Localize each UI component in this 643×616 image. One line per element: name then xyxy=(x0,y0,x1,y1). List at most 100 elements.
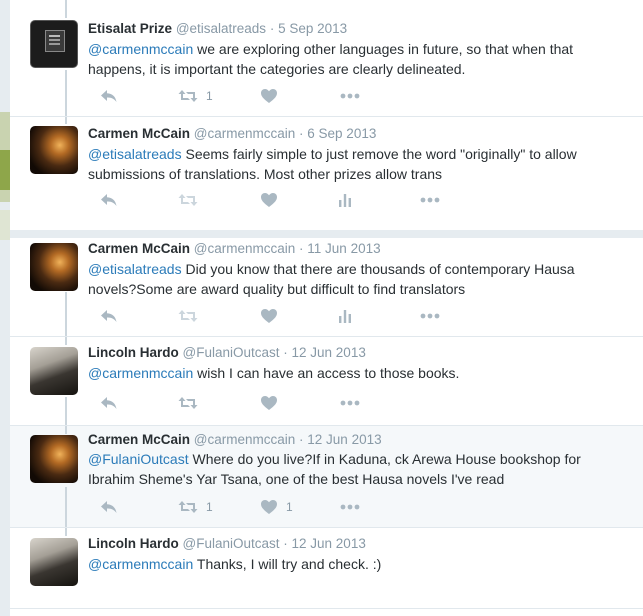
more-button[interactable] xyxy=(420,190,440,210)
author-name[interactable]: Etisalat Prize xyxy=(88,21,172,36)
analytics-button[interactable] xyxy=(338,190,352,210)
author-name[interactable]: Carmen McCain xyxy=(88,126,190,141)
like-button[interactable] xyxy=(260,86,286,106)
more-icon xyxy=(420,197,440,203)
background-strip xyxy=(0,0,10,616)
retweet-icon xyxy=(178,194,198,206)
mention-link[interactable]: @carmenmccain xyxy=(88,556,193,572)
thread-line xyxy=(65,528,67,536)
tweet-divider xyxy=(10,608,643,609)
separator: · xyxy=(279,345,292,360)
more-icon xyxy=(340,400,360,406)
like-button[interactable] xyxy=(260,190,278,210)
retweet-button[interactable] xyxy=(178,306,198,326)
author-name[interactable]: Lincoln Hardo xyxy=(88,536,179,551)
analytics-icon xyxy=(339,194,351,207)
separator: · xyxy=(266,21,279,36)
retweet-button[interactable] xyxy=(178,190,198,210)
tweet-text: @carmenmccain wish I can have an access … xyxy=(88,364,618,384)
thread-line xyxy=(65,426,67,434)
tweet-header: Carmen McCain @carmenmccain · 6 Sep 2013 xyxy=(88,126,376,141)
reply-button[interactable] xyxy=(100,393,118,413)
like-button[interactable] xyxy=(260,306,278,326)
more-button[interactable] xyxy=(340,86,360,106)
tweet-date[interactable]: 6 Sep 2013 xyxy=(307,126,376,141)
tweet-text: @carmenmccain we are exploring other lan… xyxy=(88,40,618,79)
retweet-count: 1 xyxy=(206,89,213,103)
tweet-header: Lincoln Hardo @FulaniOutcast · 12 Jun 20… xyxy=(88,536,366,551)
mention-link[interactable]: @FulaniOutcast xyxy=(88,451,189,467)
retweet-icon xyxy=(178,501,198,513)
thread-line xyxy=(65,70,67,116)
tweet-date[interactable]: 11 Jun 2013 xyxy=(307,241,380,256)
tweet-header: Carmen McCain @carmenmccain · 12 Jun 201… xyxy=(88,432,382,447)
author-handle[interactable]: @FulaniOutcast xyxy=(183,345,280,360)
author-handle[interactable]: @carmenmccain xyxy=(194,432,295,447)
avatar[interactable] xyxy=(30,20,78,68)
like-count: 1 xyxy=(286,500,293,514)
retweet-button[interactable]: 1 xyxy=(178,86,213,106)
book-logo xyxy=(45,30,65,52)
heart-icon xyxy=(261,193,277,207)
thread-line xyxy=(65,397,67,425)
retweet-button[interactable]: 1 xyxy=(178,497,213,517)
mention-link[interactable]: @carmenmccain xyxy=(88,41,193,57)
analytics-button[interactable] xyxy=(338,306,352,326)
author-name[interactable]: Lincoln Hardo xyxy=(88,345,179,360)
author-name[interactable]: Carmen McCain xyxy=(88,432,190,447)
more-button[interactable] xyxy=(340,497,360,517)
author-name[interactable]: Carmen McCain xyxy=(88,241,190,256)
retweet-button[interactable] xyxy=(178,393,198,413)
more-icon xyxy=(420,313,440,319)
tweet-date[interactable]: 12 Jun 2013 xyxy=(307,432,381,447)
tweet-date[interactable]: 12 Jun 2013 xyxy=(292,536,366,551)
tweet-text: @FulaniOutcast Where do you live?If in K… xyxy=(88,450,618,489)
reply-button[interactable] xyxy=(100,497,118,517)
retweet-icon xyxy=(178,90,198,102)
thread-line xyxy=(65,0,67,18)
like-button[interactable]: 1 xyxy=(260,497,293,517)
conversation-gap xyxy=(10,230,643,238)
mention-link[interactable]: @carmenmccain xyxy=(88,365,193,381)
heart-icon xyxy=(261,396,277,410)
separator: · xyxy=(295,126,308,141)
author-handle[interactable]: @carmenmccain xyxy=(194,126,295,141)
tweet-date[interactable]: 12 Jun 2013 xyxy=(292,345,366,360)
tweet-header: Lincoln Hardo @FulaniOutcast · 12 Jun 20… xyxy=(88,345,366,360)
tweet-text: @etisalatreads Seems fairly simple to ju… xyxy=(88,145,618,184)
retweet-icon xyxy=(178,397,198,409)
thread-line xyxy=(65,487,67,527)
retweet-icon xyxy=(178,310,198,322)
thread-line xyxy=(65,292,67,336)
reply-icon xyxy=(101,194,117,206)
more-icon xyxy=(340,93,360,99)
reply-button[interactable] xyxy=(100,306,118,326)
author-handle[interactable]: @carmenmccain xyxy=(194,241,295,256)
background-fragment xyxy=(0,210,10,240)
background-fragment xyxy=(0,150,10,190)
reply-icon xyxy=(101,397,117,409)
separator: · xyxy=(279,536,292,551)
mention-link[interactable]: @etisalatreads xyxy=(88,146,182,162)
heart-icon xyxy=(261,89,277,103)
separator: · xyxy=(295,432,308,447)
avatar[interactable] xyxy=(30,435,78,483)
like-button[interactable] xyxy=(260,393,278,413)
author-handle[interactable]: @FulaniOutcast xyxy=(183,536,280,551)
reply-button[interactable] xyxy=(100,86,118,106)
heart-icon xyxy=(261,309,277,323)
heart-icon xyxy=(261,500,277,514)
author-handle[interactable]: @etisalatreads xyxy=(176,21,266,36)
avatar[interactable] xyxy=(30,126,78,174)
reply-button[interactable] xyxy=(100,190,118,210)
avatar[interactable] xyxy=(30,538,78,586)
separator: · xyxy=(295,241,308,256)
more-button[interactable] xyxy=(420,306,440,326)
more-button[interactable] xyxy=(340,393,360,413)
tweet-date[interactable]: 5 Sep 2013 xyxy=(278,21,347,36)
mention-link[interactable]: @etisalatreads xyxy=(88,261,182,277)
tweet-header: Etisalat Prize @etisalatreads · 5 Sep 20… xyxy=(88,21,347,36)
avatar[interactable] xyxy=(30,347,78,395)
reply-icon xyxy=(101,310,117,322)
avatar[interactable] xyxy=(30,243,78,291)
